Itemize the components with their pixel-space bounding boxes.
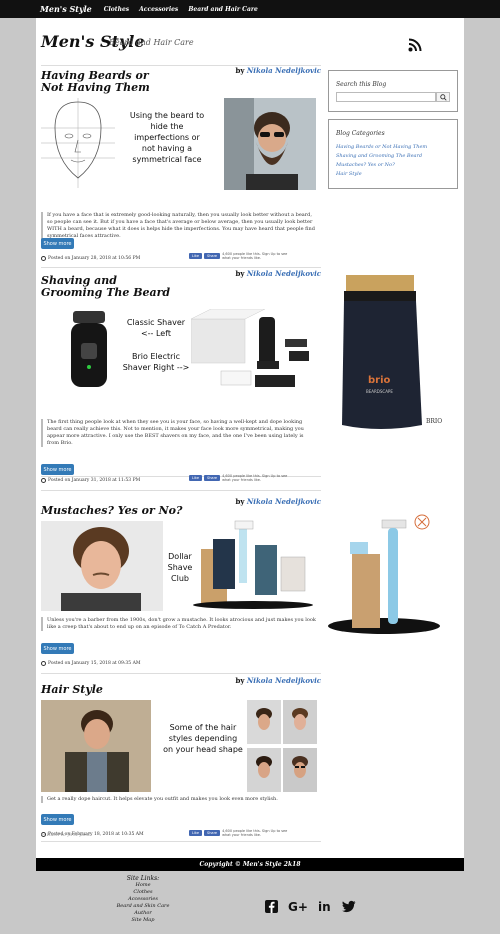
social-icons: G+ in (265, 900, 356, 913)
footer-link-site-map[interactable]: Site Map (110, 917, 176, 924)
category-link[interactable]: Shaving and Grooming The Beard (336, 152, 457, 161)
ad-partial-text: BRIO (426, 418, 442, 425)
nav-item-clothes[interactable]: Clothes (104, 6, 129, 13)
main-container: Men's Style Beard and Hair Care Having B… (36, 18, 464, 858)
classic-shaver-image (71, 311, 107, 387)
google-plus-icon[interactable]: G+ (288, 900, 308, 913)
post-date: Posted on January 31, 2018 at 11:53 PM (41, 478, 140, 483)
fb-share-button[interactable]: Share (203, 253, 221, 259)
back-to-first-post-link[interactable]: ← Back to first post (41, 832, 90, 838)
search-input[interactable] (336, 92, 436, 102)
categories-widget-title: Blog Categories (336, 130, 385, 137)
post-body: The first thing people look at when they… (41, 419, 317, 447)
author-link[interactable]: Nikola Nedeljkovic (247, 269, 321, 278)
svg-text:in: in (318, 900, 331, 913)
clock-icon (41, 661, 46, 666)
post-image-caption: Dollar Shave Club (167, 552, 193, 583)
search-widget: Search this Blog (328, 70, 458, 112)
post-title[interactable]: Having Beards or Not Having Them (41, 70, 171, 94)
post-author: by Nikola Nedeljkovic (235, 269, 321, 278)
footer-link-author[interactable]: Author (110, 910, 176, 917)
categories-widget: Blog Categories Having Beards or Not Hav… (328, 119, 458, 189)
clock-icon (41, 478, 46, 483)
show-more-button[interactable]: Show more (41, 464, 74, 475)
category-link[interactable]: Having Beards or Not Having Them (336, 143, 457, 152)
post-shaving: Shaving and Grooming The Beard by Nikola… (41, 269, 321, 477)
top-nav: Men's Style Clothes Accessories Beard an… (0, 0, 500, 18)
show-more-button[interactable]: Show more (41, 814, 74, 825)
fb-share-button[interactable]: Share (203, 830, 221, 836)
shaver-caption-right: Brio Electric Shaver Right --> (122, 352, 190, 372)
post-title[interactable]: Shaving and Grooming The Beard (41, 275, 171, 299)
post-title[interactable]: Mustaches? Yes or No? (41, 505, 241, 517)
svg-text:G+: G+ (288, 900, 308, 913)
category-link[interactable]: Mustaches? Yes or No? (336, 161, 457, 170)
face-sketch-image (41, 98, 115, 188)
shaver-caption-left: Classic Shaver <-- Left (126, 318, 186, 338)
ad-sub-text: BEARDSCAPE (366, 389, 393, 394)
razor-ad[interactable] (326, 508, 446, 638)
author-link[interactable]: Nikola Nedeljkovic (247, 676, 321, 685)
show-more-button[interactable]: Show more (41, 238, 74, 249)
search-button[interactable] (436, 92, 450, 102)
fb-like-button[interactable]: Like (189, 475, 202, 481)
post-author: by Nikola Nedeljkovic (235, 676, 321, 685)
nav-brand[interactable]: Men's Style (40, 4, 92, 14)
show-more-button[interactable]: Show more (41, 643, 74, 654)
post-author: by Nikola Nedeljkovic (235, 66, 321, 75)
facebook-icon[interactable] (265, 900, 278, 913)
post-author: by Nikola Nedeljkovic (235, 497, 321, 506)
nav-item-accessories[interactable]: Accessories (139, 6, 178, 13)
site-subtitle: Beard and Hair Care (109, 38, 194, 47)
twitter-icon[interactable] (342, 900, 356, 913)
footer-link-clothes[interactable]: Clothes (110, 889, 176, 896)
facebook-like-widget: Like Share 4,600 people like this. Sign … (189, 252, 292, 260)
brio-shaver-ad[interactable]: brio BEARDSCAPE BRIO (336, 273, 448, 433)
hairstyle-grid-image (247, 700, 317, 792)
post-date: Posted on January 15, 2018 at 09:35 AM (41, 661, 140, 666)
hairstyle-man-photo (41, 700, 151, 792)
footer-link-accessories[interactable]: Accessories (110, 896, 176, 903)
post-body: If you have a face that is extremely goo… (41, 212, 317, 240)
post-image-caption: Using the beard to hide the imperfection… (129, 111, 205, 164)
fb-like-text: 4,600 people like this. Sign Up to see w… (222, 474, 288, 482)
clock-icon (41, 256, 46, 261)
footer-copyright: Copyright © Men's Style 2k18 (36, 858, 464, 871)
footer-link-home[interactable]: Home (110, 882, 176, 889)
facebook-like-widget: Like Share 4,600 people like this. Sign … (189, 474, 292, 482)
footer-link-beard-skin-care[interactable]: Beard and Skin Care (110, 903, 176, 910)
fb-like-text: 4,600 people like this. Sign Up to see w… (222, 252, 288, 260)
search-icon (439, 94, 447, 101)
post-title[interactable]: Hair Style (41, 684, 171, 696)
site-links-header: Site Links: (126, 875, 160, 882)
post-hair-style: Hair Style by Nikola Nedeljkovic Some of… (41, 670, 321, 842)
fb-like-button[interactable]: Like (189, 253, 202, 259)
facebook-like-widget: Like Share 4,600 people like this. Sign … (189, 829, 292, 837)
fb-share-button[interactable]: Share (203, 475, 221, 481)
rss-icon[interactable] (408, 38, 422, 52)
fb-like-button[interactable]: Like (189, 830, 202, 836)
post-date: Posted on January 28, 2018 at 10:56 PM (41, 256, 140, 261)
dollar-shave-club-image (193, 520, 313, 609)
author-link[interactable]: Nikola Nedeljkovic (247, 66, 321, 75)
post-mustaches: Mustaches? Yes or No? by Nikola Nedeljko… (41, 490, 321, 674)
post-beards: Having Beards or Not Having Them by Niko… (41, 66, 321, 268)
author-link[interactable]: Nikola Nedeljkovic (247, 497, 321, 506)
ad-brand-text: brio (368, 375, 391, 386)
post-body: Get a really dope haircut. It helps elev… (41, 796, 317, 803)
search-widget-title: Search this Blog (336, 81, 387, 88)
post-body: Unless you're a barber from the 1900s, d… (41, 617, 317, 631)
footer-site-links: Site Links: Home Clothes Accessories Bea… (110, 875, 176, 924)
nav-item-beard-hair-care[interactable]: Beard and Hair Care (188, 6, 257, 13)
linkedin-icon[interactable]: in (318, 900, 332, 913)
bearded-man-photo (224, 98, 316, 190)
category-link[interactable]: Hair Style (336, 170, 457, 179)
site-header: Men's Style Beard and Hair Care (41, 32, 321, 66)
mustache-man-photo (41, 521, 163, 611)
fb-like-text: 4,600 people like this. Sign Up to see w… (222, 829, 288, 837)
brio-shaver-kit-image (191, 309, 309, 387)
post-image-caption: Some of the hair styles depending on you… (163, 723, 243, 754)
